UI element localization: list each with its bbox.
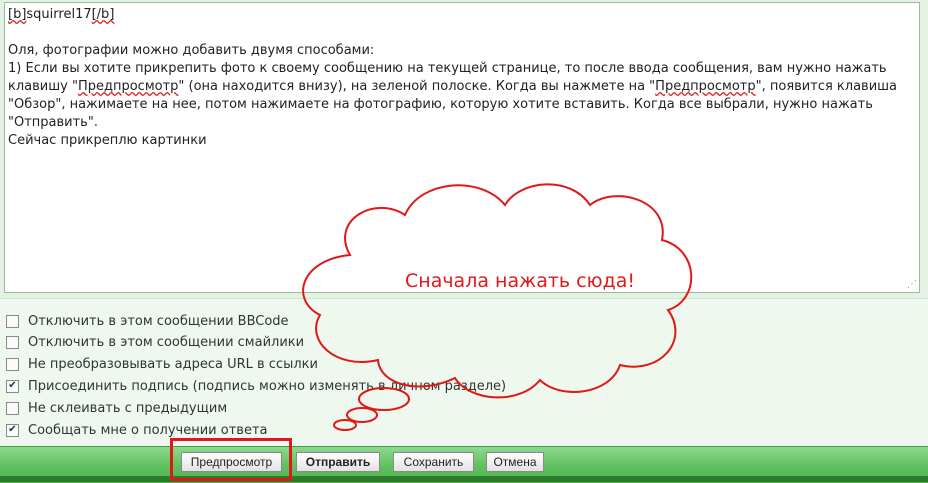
option-no-merge[interactable]: Не склеивать с предыдущим bbox=[6, 399, 227, 417]
editor-line: [b]squirrel17[/b] bbox=[8, 7, 115, 22]
save-button[interactable]: Сохранить bbox=[393, 452, 474, 472]
editor-line: 1) Если вы хотите прикрепить фото к свое… bbox=[8, 61, 887, 76]
editor-line: Сейчас прикреплю картинки bbox=[8, 133, 207, 148]
checkbox-checked-icon[interactable]: ✔ bbox=[6, 379, 19, 393]
editor-line: Оля, фотографии можно добавить двумя спо… bbox=[8, 43, 375, 58]
option-disable-bbcode[interactable]: Отключить в этом сообщении BBCode bbox=[6, 312, 289, 330]
checkbox-icon[interactable] bbox=[6, 314, 19, 328]
editor-panel: [b]squirrel17[/b] Оля, фотографии можно … bbox=[0, 0, 928, 298]
post-options: Отключить в этом сообщении BBCode Отключ… bbox=[0, 298, 928, 447]
option-label: Не преобразовывать адреса URL в ссылки bbox=[28, 356, 318, 372]
option-label: Не склеивать с предыдущим bbox=[28, 400, 228, 416]
option-label: Сообщать мне о получении ответа bbox=[28, 422, 268, 438]
resize-grip-icon[interactable]: ⋰ bbox=[907, 280, 917, 290]
option-disable-urls[interactable]: Не преобразовывать адреса URL в ссылки bbox=[6, 355, 318, 373]
checkbox-icon[interactable] bbox=[6, 357, 19, 371]
message-textarea[interactable]: [b]squirrel17[/b] Оля, фотографии можно … bbox=[4, 2, 920, 293]
option-notify-reply[interactable]: ✔ Сообщать мне о получении ответа bbox=[6, 421, 268, 439]
cancel-button[interactable]: Отмена bbox=[486, 452, 544, 472]
checkbox-icon[interactable] bbox=[6, 401, 19, 415]
option-label: Отключить в этом сообщении смайлики bbox=[28, 334, 305, 350]
green-bar-bottom bbox=[0, 476, 928, 482]
option-label: Присоединить подпись (подпись можно изме… bbox=[28, 378, 507, 394]
editor-line: клавишу "Предпросмотр" (она находится вн… bbox=[8, 79, 898, 94]
editor-line: "Отправить". bbox=[8, 115, 98, 130]
checkbox-icon[interactable] bbox=[6, 335, 19, 349]
annotation-text: Сначала нажать сюда! bbox=[405, 270, 635, 292]
submit-button[interactable]: Отправить bbox=[296, 452, 380, 472]
option-label: Отключить в этом сообщении BBCode bbox=[28, 313, 289, 329]
checkbox-checked-icon[interactable]: ✔ bbox=[6, 423, 19, 437]
preview-highlight-frame bbox=[170, 438, 292, 481]
option-attach-signature[interactable]: ✔ Присоединить подпись (подпись можно из… bbox=[6, 377, 506, 395]
option-disable-smilies[interactable]: Отключить в этом сообщении смайлики bbox=[6, 333, 304, 351]
editor-line: "Обзор", нажимаете на нее, потом нажимае… bbox=[8, 97, 873, 112]
